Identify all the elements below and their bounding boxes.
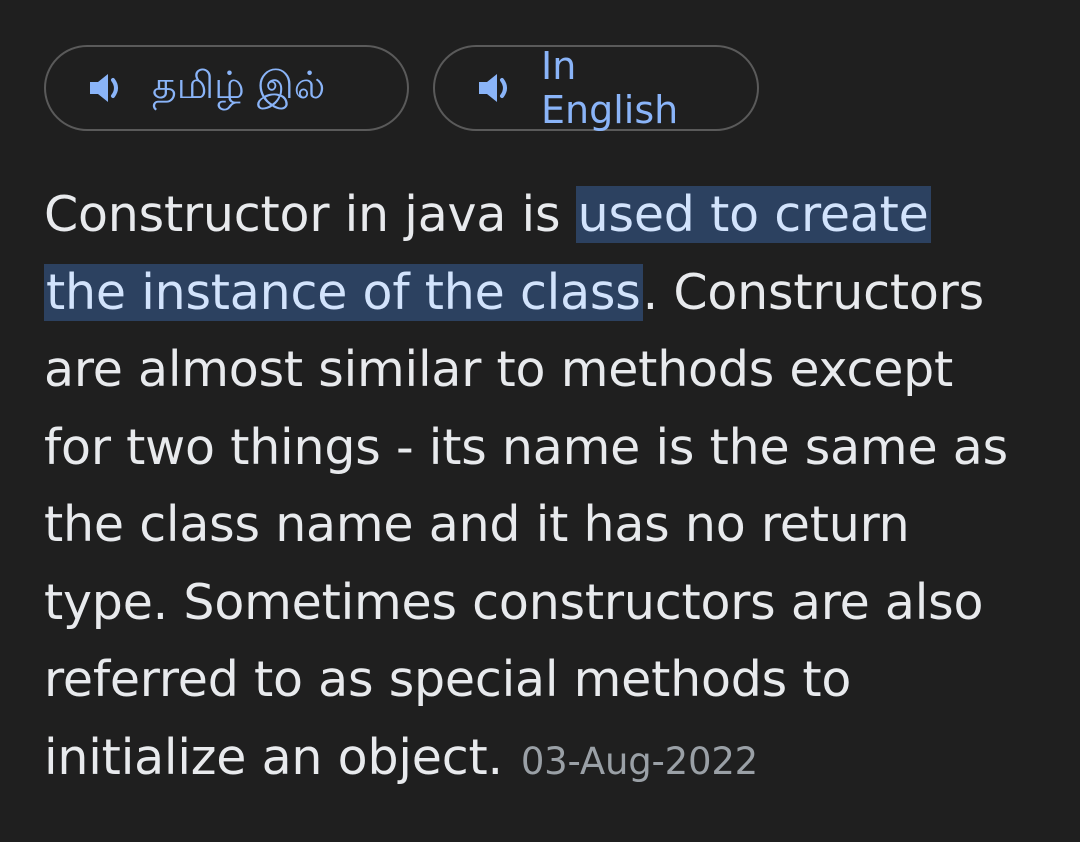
snippet-line: are almost similar to methods except (44, 341, 954, 398)
snippet-line: the class name and it has no return (44, 496, 910, 553)
snippet-line: Constructor in java is used to create (44, 176, 1044, 254)
snippet-line: type. Sometimes constructors are also (44, 573, 984, 631)
snippet-line: initialize an object. 03-Aug-2022 (44, 719, 1044, 801)
listen-tamil-button[interactable]: தமிழ் இல் (44, 45, 409, 131)
snippet-line: referred to as special methods to (44, 651, 852, 708)
snippet-highlight: used to create (575, 186, 931, 243)
english-button-label: In English (541, 44, 679, 132)
snippet-date: 03-Aug-2022 (520, 739, 759, 783)
speaker-icon (86, 68, 126, 108)
speaker-icon (475, 68, 515, 108)
snippet-text: Constructor in java is (44, 186, 576, 243)
snippet-line: the instance of the class. Constructors (44, 254, 1044, 332)
snippet-text: initialize an object. (44, 728, 503, 786)
language-toggle-row: தமிழ் இல் In English (44, 44, 759, 132)
snippet-text: . Constructors (642, 263, 985, 321)
tamil-button-label: தமிழ் இல் (152, 63, 326, 107)
featured-snippet-text: Constructor in java is used to create th… (44, 176, 1044, 800)
snippet-highlight: the instance of the class (44, 263, 643, 321)
listen-english-button[interactable]: In English (433, 44, 759, 132)
snippet-line: for two things - its name is the same as (44, 418, 1008, 476)
